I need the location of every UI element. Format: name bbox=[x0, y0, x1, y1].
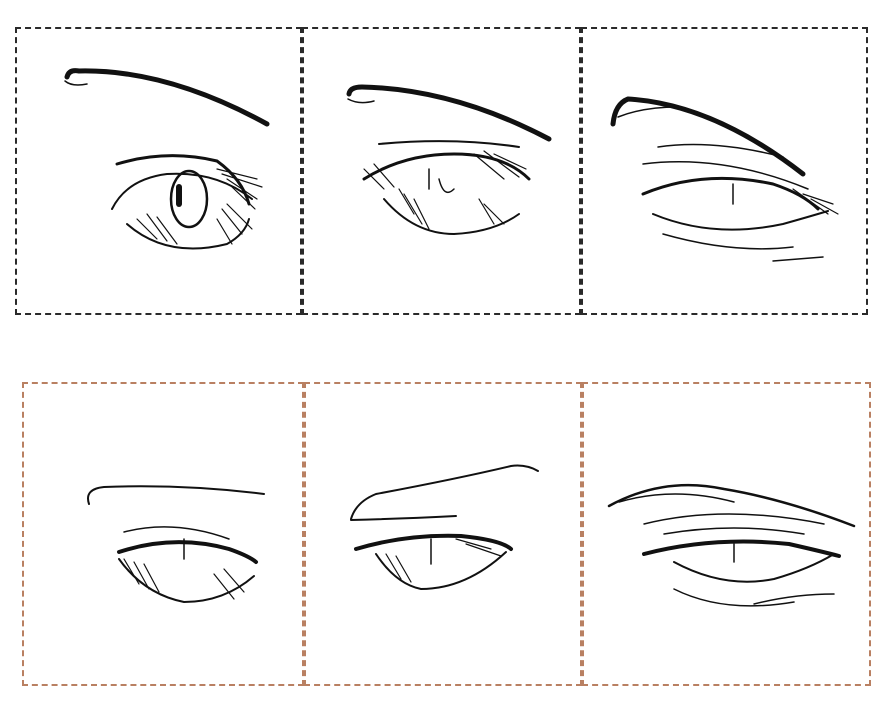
eye-sketch-5 bbox=[304, 382, 582, 686]
eye-icon bbox=[87, 485, 265, 603]
eye-sketch-1 bbox=[15, 27, 302, 315]
eye-icon bbox=[610, 96, 839, 262]
eye-sketch-2 bbox=[302, 27, 581, 315]
eye-icon bbox=[607, 483, 856, 607]
eye-sketch-4 bbox=[22, 382, 304, 686]
eye-icon bbox=[64, 68, 270, 250]
eye-icon bbox=[350, 464, 539, 590]
eye-sketch-6 bbox=[582, 382, 871, 686]
eye-sketch-3 bbox=[581, 27, 868, 315]
eye-icon bbox=[346, 84, 552, 235]
